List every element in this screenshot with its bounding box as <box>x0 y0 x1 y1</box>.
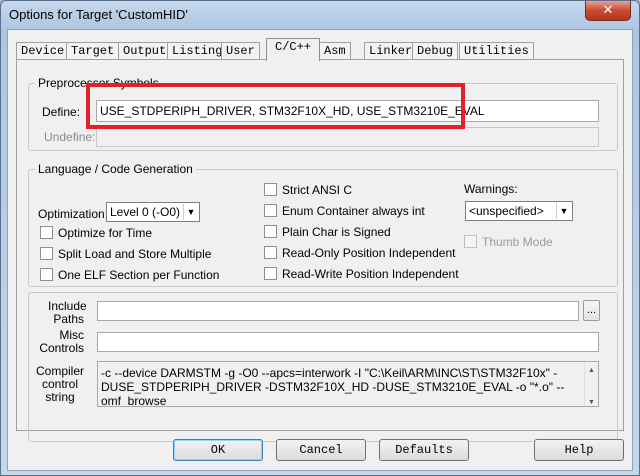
read-only-pi-label: Read-Only Position Independent <box>282 246 456 260</box>
define-input[interactable]: USE_STDPERIPH_DRIVER, STM32F10X_HD, USE_… <box>96 100 599 122</box>
tab-listing[interactable]: Listing <box>167 42 228 60</box>
close-icon: ✕ <box>602 2 614 17</box>
read-write-pi-checkbox[interactable]: Read-Write Position Independent <box>264 267 459 281</box>
close-button[interactable]: ✕ <box>585 1 631 21</box>
compiler-string-scrollbar[interactable]: ▲ ▼ <box>584 362 598 406</box>
split-load-store-label: Split Load and Store Multiple <box>58 247 212 261</box>
optimization-label: Optimization: <box>38 207 109 221</box>
optimization-select[interactable]: Level 0 (-O0) ▼ <box>106 202 200 222</box>
dialog-client-area: Device Target Output Listing User C/C++ … <box>7 29 633 471</box>
warnings-value: <unspecified> <box>469 204 544 218</box>
checkbox-box <box>264 246 277 259</box>
help-button[interactable]: Help <box>534 439 624 461</box>
compiler-control-string-label: Compiler control string <box>32 365 88 404</box>
define-label: Define: <box>42 105 81 119</box>
one-elf-section-label: One ELF Section per Function <box>58 268 220 282</box>
compiler-string-line2: DUSE_STDPERIPH_DRIVER -DSTM32F10X_HD -DU… <box>101 380 565 407</box>
window-title: Options for Target 'CustomHID' <box>9 7 188 22</box>
strict-ansi-c-checkbox[interactable]: Strict ANSI C <box>264 183 352 197</box>
checkbox-box <box>464 235 477 248</box>
plain-char-signed-label: Plain Char is Signed <box>282 225 391 239</box>
undefine-label: Undefine: <box>44 130 96 144</box>
checkbox-box <box>264 204 277 217</box>
thumb-mode-checkbox[interactable]: Thumb Mode <box>464 235 553 249</box>
checkbox-box <box>40 247 53 260</box>
misc-label-line2: Controls <box>39 341 84 355</box>
compiler-label-line3: string <box>45 390 75 404</box>
optimize-for-time-checkbox[interactable]: Optimize for Time <box>40 226 152 240</box>
compiler-control-string-box[interactable]: -c --device DARMSTM -g -O0 --apcs=interw… <box>97 361 599 407</box>
options-dialog: Options for Target 'CustomHID' ✕ Device … <box>0 0 640 476</box>
checkbox-box <box>264 225 277 238</box>
include-paths-label: Include Paths <box>48 300 87 326</box>
tab-linker[interactable]: Linker <box>364 42 418 60</box>
defaults-button[interactable]: Defaults <box>379 439 469 461</box>
misc-controls-label: Misc Controls <box>38 329 84 355</box>
tab-user[interactable]: User <box>221 42 260 60</box>
tab-debug[interactable]: Debug <box>412 42 459 60</box>
tab-output[interactable]: Output <box>118 42 172 60</box>
warnings-label: Warnings: <box>464 182 518 196</box>
language-group-title: Language / Code Generation <box>35 162 196 176</box>
tab-c-cpp[interactable]: C/C++ <box>266 38 321 61</box>
tab-device[interactable]: Device <box>16 42 70 60</box>
checkbox-box <box>264 267 277 280</box>
scroll-down-icon: ▼ <box>588 399 595 406</box>
one-elf-section-checkbox[interactable]: One ELF Section per Function <box>40 268 219 282</box>
compiler-string-line1: -c --device DARMSTM -g -O0 --apcs=interw… <box>101 366 558 380</box>
checkbox-box <box>40 226 53 239</box>
strict-ansi-c-label: Strict ANSI C <box>282 183 353 197</box>
chevron-down-icon: ▼ <box>556 203 571 219</box>
checkbox-box <box>40 268 53 281</box>
tab-utilities[interactable]: Utilities <box>459 42 534 60</box>
optimize-for-time-label: Optimize for Time <box>58 226 153 240</box>
optimization-value: Level 0 (-O0) <box>110 205 181 219</box>
checkbox-box <box>264 183 277 196</box>
scroll-up-icon: ▲ <box>588 367 595 374</box>
chevron-down-icon: ▼ <box>183 204 198 220</box>
include-paths-browse-button[interactable]: ... <box>583 300 600 321</box>
cancel-button[interactable]: Cancel <box>276 439 366 461</box>
enum-container-label: Enum Container always int <box>282 204 425 218</box>
plain-char-signed-checkbox[interactable]: Plain Char is Signed <box>264 225 391 239</box>
misc-controls-input[interactable] <box>97 332 599 352</box>
read-only-pi-checkbox[interactable]: Read-Only Position Independent <box>264 246 455 260</box>
ok-button[interactable]: OK <box>173 439 263 461</box>
undefine-input[interactable] <box>96 127 599 147</box>
split-load-store-checkbox[interactable]: Split Load and Store Multiple <box>40 247 211 261</box>
enum-container-checkbox[interactable]: Enum Container always int <box>264 204 425 218</box>
preprocessor-group-title: Preprocessor Symbols <box>35 76 162 90</box>
read-write-pi-label: Read-Write Position Independent <box>282 267 459 281</box>
include-paths-input[interactable] <box>97 301 579 321</box>
include-label-line2: Paths <box>53 312 84 326</box>
warnings-select[interactable]: <unspecified> ▼ <box>465 201 573 221</box>
tab-target[interactable]: Target <box>66 42 120 60</box>
thumb-mode-label: Thumb Mode <box>482 235 553 249</box>
tab-asm[interactable]: Asm <box>319 42 351 60</box>
